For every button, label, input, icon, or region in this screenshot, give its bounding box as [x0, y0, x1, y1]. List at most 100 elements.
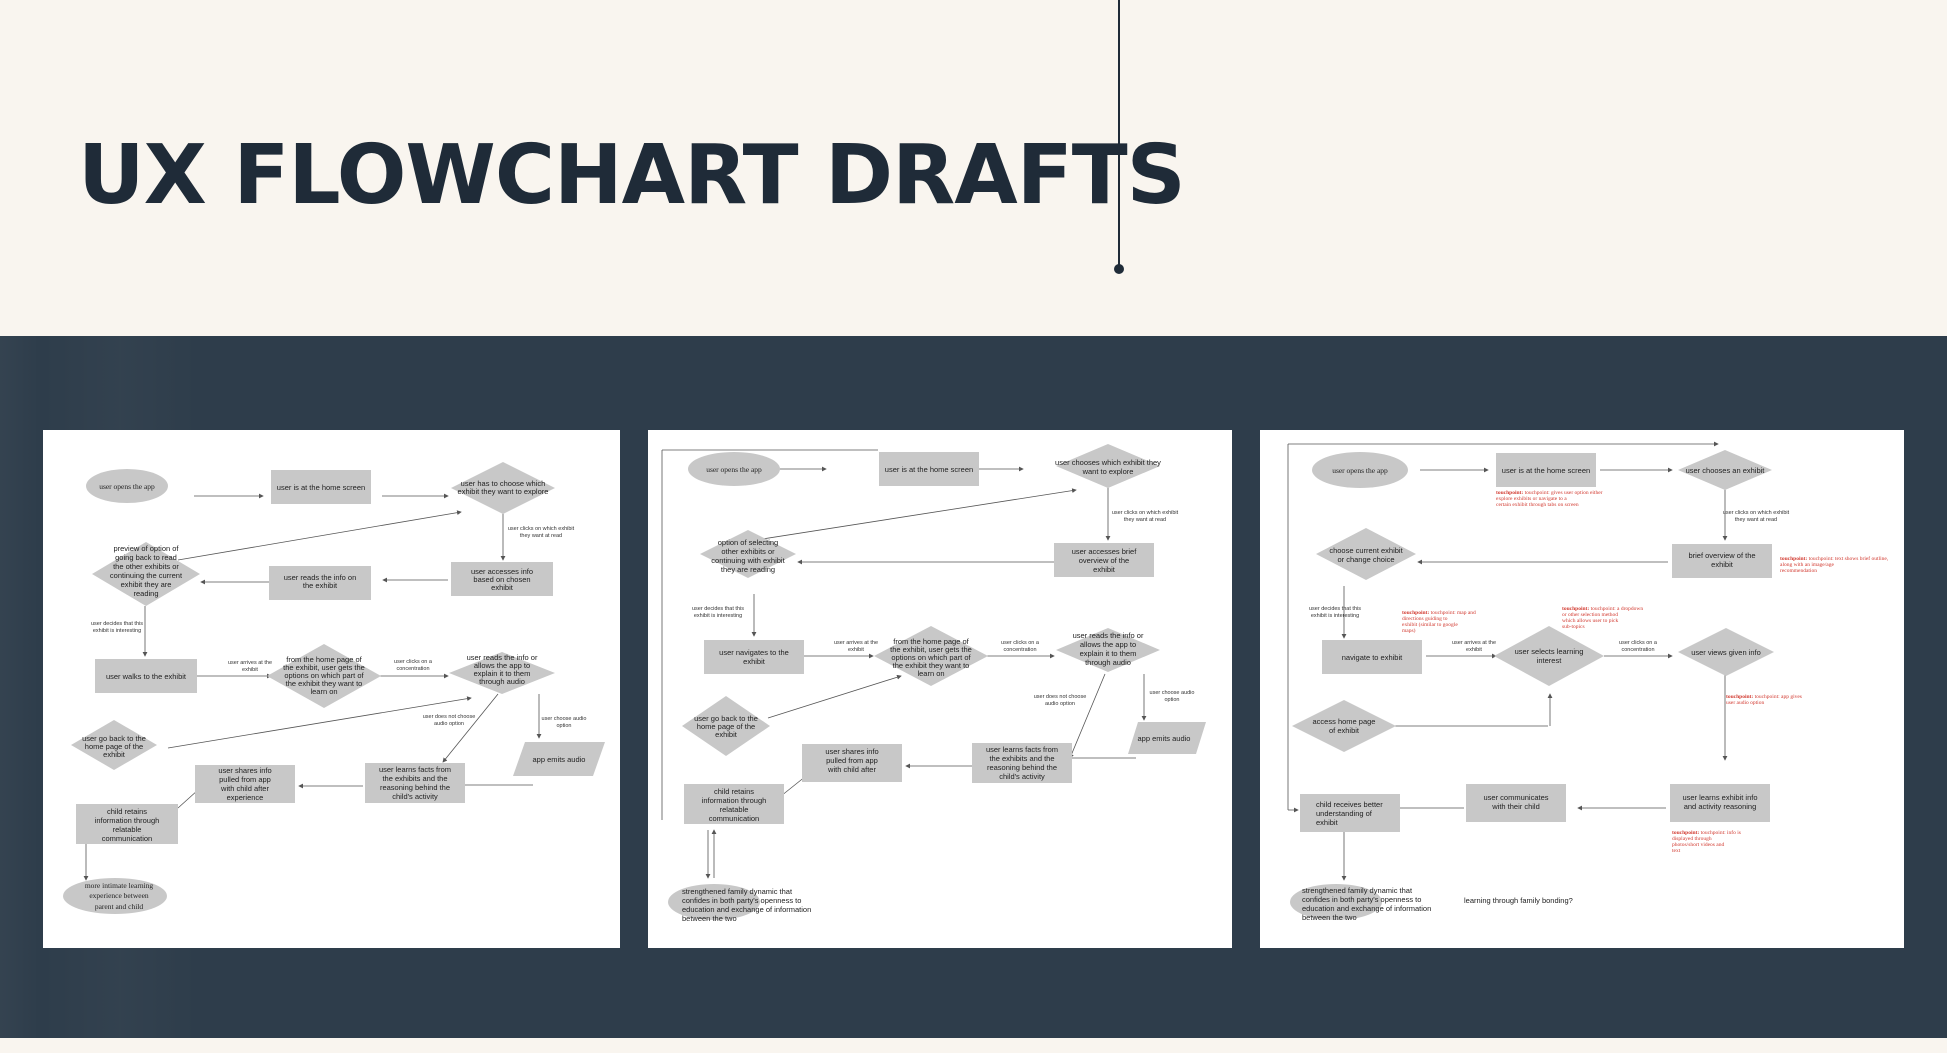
d2-n12d: child's activity	[999, 772, 1045, 781]
svg-text:touchpoint: touchpoint: gives: touchpoint: touchpoint: gives user optio…	[1496, 490, 1603, 508]
d3-l2a: user decides that this	[1309, 606, 1361, 612]
svg-text:user decides that thisexhibit: user decides that this exhibit is interes…	[692, 606, 744, 619]
svg-text:user decides that thisexhibit: user decides that this exhibit is interes…	[91, 621, 143, 634]
svg-text:touchpoint: touchpoint: text s: touchpoint: touchpoint: text shows brief…	[1780, 555, 1889, 574]
d1-n1: user opens the app	[99, 482, 155, 491]
d3-tp4d: sub-topics	[1562, 624, 1585, 630]
header-divider-dot	[1114, 264, 1124, 274]
d2-n11c: exhibit	[715, 730, 738, 739]
d2-n12c: reasoning behind the	[987, 763, 1057, 772]
d1-n9d: through audio	[479, 677, 525, 686]
d1-n15a: more intimate learning	[85, 881, 154, 890]
flowchart-draft-3: user opens the app user is at the home s…	[1260, 430, 1904, 948]
d1-n15b: experience between	[89, 891, 149, 900]
d3-n8b: interest	[1537, 656, 1563, 665]
d1-l5a: user does not choose	[423, 714, 476, 720]
flowchart-3-svg: user opens the app user is at the home s…	[1287, 441, 1889, 922]
d3-n14a: child receives better	[1316, 800, 1383, 809]
d2-n7b: exhibit	[743, 657, 766, 666]
d1-n15c: parent and child	[95, 902, 144, 911]
svg-text:user reads the info orallows t: user reads the info or allows the app to e…	[1073, 631, 1144, 667]
d1-n6c: the other exhibits or	[113, 562, 179, 571]
svg-text:user learns exhibit infoand ac: user learns exhibit info and activity rea…	[1682, 793, 1757, 811]
svg-text:user arrives at theexhibit: user arrives at the exhibit	[834, 640, 878, 653]
d3-n6b: or change choice	[1337, 555, 1394, 564]
d1-n13a: user shares info	[218, 766, 271, 775]
svg-text:more intimate learningexperien: more intimate learning experience between…	[85, 881, 154, 911]
d2-n8e: learn on	[917, 669, 944, 678]
d2-n14a: child retains	[714, 787, 754, 796]
d1-n12a: user learns facts from	[379, 765, 451, 774]
d2-n7a: user navigates to the	[719, 648, 789, 657]
d1-n14c: relatable	[113, 825, 142, 834]
d2-l6a: user choose audio	[1150, 690, 1195, 696]
d1-n12d: child's activity	[392, 792, 438, 801]
d3-question: learning through family bonding?	[1464, 896, 1573, 905]
d1-l4a: user clicks on a	[394, 659, 433, 665]
d3-n15b: confides in both party's openness to	[1302, 895, 1421, 904]
d3-n15c: education and exchange of information	[1302, 904, 1431, 913]
d1-l1b: they want at read	[520, 533, 562, 539]
d2-n14d: communication	[709, 814, 759, 823]
d2-n14b: information through	[702, 796, 767, 805]
d3-n13b: with their child	[1491, 802, 1540, 811]
d3-n2: user is at the home screen	[1502, 466, 1590, 475]
d3-tp6d: text	[1672, 848, 1681, 854]
svg-text:user decides that thisexhibit: user decides that this exhibit is interes…	[1309, 606, 1361, 619]
svg-text:user does not chooseaudio opti: user does not choose audio option	[423, 714, 476, 727]
d3-n6a: choose current exhibit	[1329, 546, 1403, 555]
svg-text:touchpoint: touchpoint: info i: touchpoint: touchpoint: info is displayed…	[1672, 829, 1741, 854]
d3-n15a: strengthened family dynamic that	[1302, 886, 1413, 895]
d1-l3b: exhibit	[242, 667, 258, 673]
d2-n2: user is at the home screen	[885, 465, 973, 474]
d1-n6e: exhibit they are	[121, 580, 172, 589]
svg-text:user arrives at theexhibit: user arrives at the exhibit	[228, 660, 272, 673]
d1-n12c: reasoning behind the	[380, 783, 450, 792]
d1-n6a: preview of option of	[113, 544, 179, 553]
d3-n1: user opens the app	[1332, 466, 1388, 475]
d2-n3a: user chooses which exhibit they	[1055, 458, 1161, 467]
svg-text:user choose audiooption: user choose audio option	[542, 716, 587, 729]
d1-l3a: user arrives at the	[228, 660, 272, 666]
svg-text:user clicks on which exhibitth: user clicks on which exhibit they want at…	[1723, 510, 1790, 523]
d2-l2a: user decides that this	[692, 606, 744, 612]
svg-text:user clicks on which exhibitth: user clicks on which exhibit they want at…	[508, 526, 575, 539]
d2-n6d: they are reading	[721, 565, 775, 574]
d1-l2b: exhibit is interesting	[93, 628, 141, 634]
svg-text:option of selectingother exhib: option of selecting other exhibits or cont…	[711, 538, 785, 574]
d2-l4a: user clicks on a	[1001, 640, 1040, 646]
d3-n12b: and activity reasoning	[1684, 802, 1757, 811]
d3-n15d: between the two	[1302, 913, 1357, 922]
d3-tp3c: exhibit (similar to google	[1402, 621, 1458, 628]
d2-l1a: user clicks on which exhibit	[1112, 510, 1179, 516]
d1-l6a: user choose audio	[542, 716, 587, 722]
d1-n2: user is at the home screen	[277, 483, 365, 492]
d3-tp5b: user audio option	[1726, 700, 1764, 706]
svg-text:touchpoint: touchpoint: app gi: touchpoint: touchpoint: app gives user au…	[1726, 694, 1802, 706]
d2-n6c: continuing with exhibit	[711, 556, 785, 565]
d3-l1a: user clicks on which exhibit	[1723, 510, 1790, 516]
d3-n4a: brief overview of the	[1688, 551, 1755, 560]
d2-n10: app emits audio	[1138, 734, 1191, 743]
d2-n13a: user shares info	[825, 747, 878, 756]
d2-n15c: education and exchange of information	[682, 905, 811, 914]
svg-text:user arrives at theexhibit: user arrives at the exhibit	[1452, 640, 1496, 653]
d1-n6b: going back to read	[115, 553, 177, 562]
d2-n1: user opens the app	[706, 465, 762, 474]
d1-l1a: user clicks on which exhibit	[508, 526, 575, 532]
d2-n9a: user reads the info or	[1073, 631, 1144, 640]
d3-n12a: user learns exhibit info	[1682, 793, 1757, 802]
d2-l5b: audio option	[1045, 701, 1075, 707]
d1-n13c: with child after	[220, 784, 269, 793]
d2-n12b: the exhibits and the	[989, 754, 1054, 763]
d3-n3: user chooses an exhibit	[1686, 466, 1766, 475]
d3-l3a: user arrives at the	[1452, 640, 1496, 646]
d3-tp2a: touchpoint: touchpoint: text shows brief…	[1780, 555, 1889, 562]
d1-n7: user walks to the exhibit	[106, 672, 187, 681]
d3-tp1c: certain exhibit through tabs on screen	[1496, 502, 1579, 508]
svg-text:user does not chooseaudio opti: user does not choose audio option	[1034, 694, 1087, 707]
d3-n4b: exhibit	[1711, 560, 1734, 569]
flowchart-2-svg: user opens the app user is at the home s…	[661, 444, 1206, 923]
svg-text:touchpoint: touchpoint: map an: touchpoint: touchpoint: map and direction…	[1402, 610, 1476, 634]
d2-l1b: they want at read	[1124, 517, 1166, 523]
